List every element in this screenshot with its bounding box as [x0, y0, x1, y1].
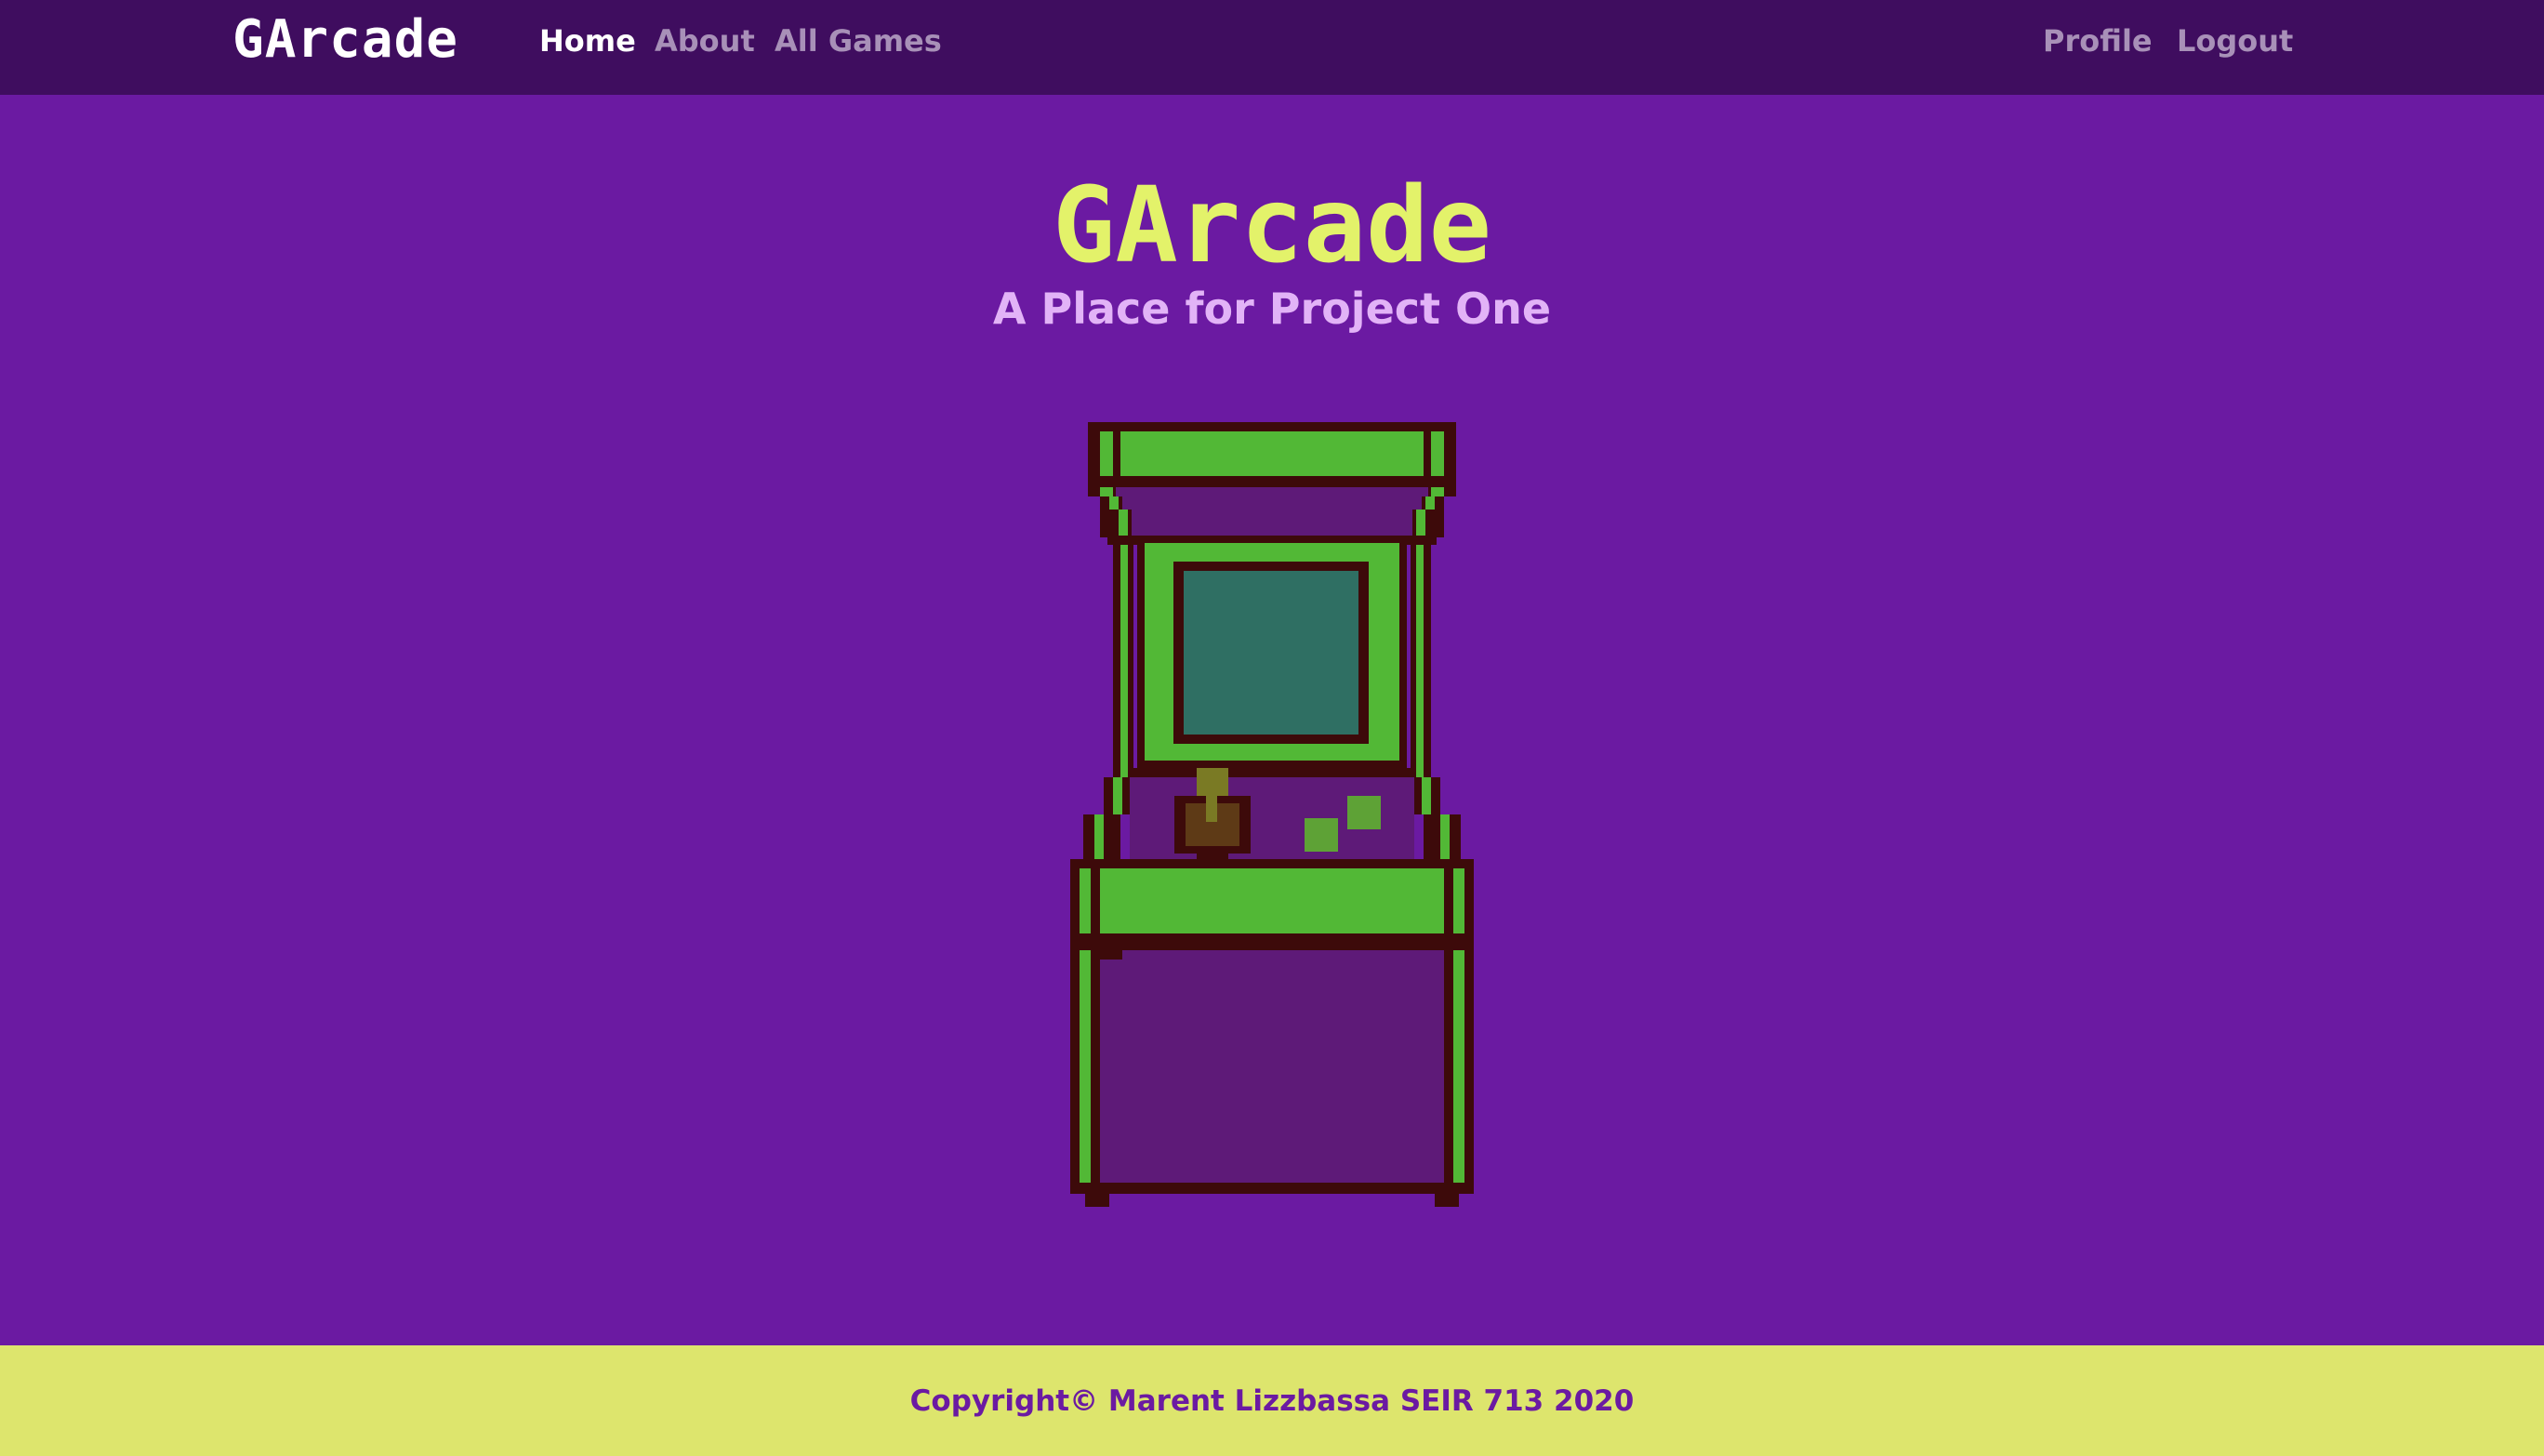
cabinet-left-slant-2g [1119, 510, 1128, 537]
footer: Copyright© Marent Lizzbassa SEIR 713 202… [0, 1345, 2544, 1456]
cabinet-marquee-left-green [1100, 431, 1113, 476]
copyright-text: Copyright© Marent Lizzbassa SEIR 713 202… [909, 1384, 1635, 1418]
cabinet-foot-left [1085, 1194, 1109, 1207]
cabinet-upper-left-green [1100, 487, 1113, 496]
cabinet-upper-right-green [1431, 487, 1444, 496]
cabinet-lower-body [1100, 950, 1444, 1183]
cabinet-lower-left-green [1080, 950, 1091, 1183]
nav-link-home[interactable]: Home [539, 22, 636, 60]
cabinet-left-slant-1g [1109, 496, 1119, 510]
cabinet-right-mid-1g [1422, 777, 1431, 814]
brand-logo[interactable]: GArcade [232, 7, 458, 73]
control-panel-front [1100, 868, 1444, 933]
cabinet-right-rail-green [1416, 545, 1424, 777]
cabinet-foot-right [1435, 1194, 1459, 1207]
cabinet-lower-notch [1100, 941, 1122, 960]
navbar: GArcade Home About All Games Profile Log… [0, 0, 2544, 95]
control-panel-top-line [1130, 768, 1414, 777]
cabinet-lower-right-inner [1444, 950, 1453, 1183]
nav-link-all-games[interactable]: All Games [775, 22, 942, 60]
hero-subtitle: A Place for Project One [992, 284, 1552, 334]
arcade-cabinet-icon [1070, 422, 1474, 1207]
cabinet-right-slant-1g [1425, 496, 1435, 510]
cabinet-marquee [1120, 431, 1424, 476]
control-panel-right-green [1453, 868, 1464, 933]
screen [1184, 571, 1358, 735]
nav-link-about[interactable]: About [655, 22, 755, 60]
arcade-button-2 [1347, 796, 1381, 829]
arcade-button-1 [1305, 818, 1338, 852]
hero-title: GArcade [1052, 165, 1491, 286]
cabinet-lower-left-inner [1091, 950, 1100, 1183]
nav-link-profile[interactable]: Profile [2043, 22, 2153, 60]
control-panel-left-green [1080, 868, 1091, 933]
cabinet-left-mid-1g [1113, 777, 1122, 814]
cabinet-left-mid-2g [1094, 814, 1104, 861]
nav-link-logout[interactable]: Logout [2177, 22, 2293, 60]
cabinet-marquee-right-green [1431, 431, 1444, 476]
cabinet-left-rail-green [1120, 545, 1128, 777]
cabinet-right-slant-2g [1416, 510, 1425, 537]
joystick-stick-front [1206, 796, 1217, 822]
cabinet-right-mid-2g [1440, 814, 1450, 861]
cabinet-lower-right-green [1453, 950, 1464, 1183]
